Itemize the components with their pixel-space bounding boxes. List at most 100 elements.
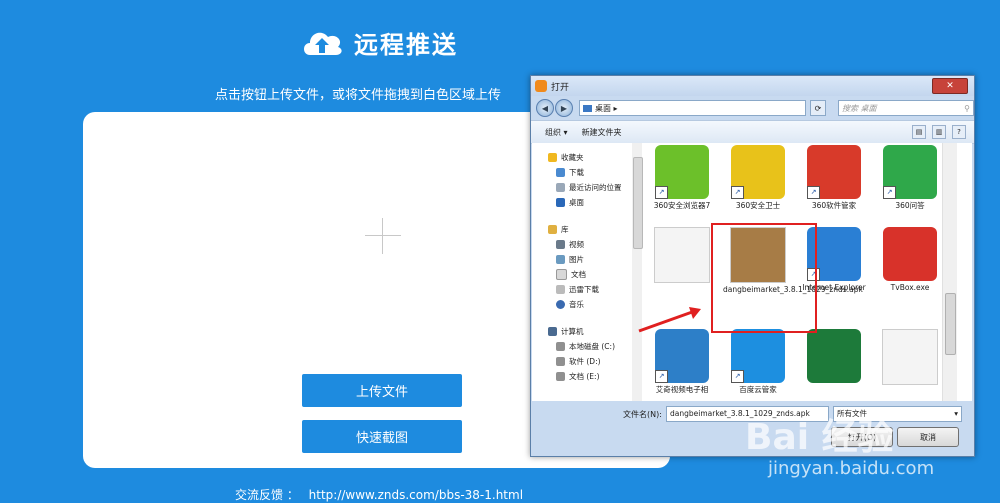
feedback-line: 交流反馈 ： http://www.znds.com/bbs-38-1.html — [235, 486, 529, 503]
close-button[interactable]: ✕ — [932, 78, 968, 94]
star-icon — [548, 153, 557, 162]
arrow-left-icon: ◀ — [541, 103, 549, 113]
nav-xunlei[interactable]: 迅雷下载 — [556, 284, 599, 295]
nav-libraries[interactable]: 库 — [548, 224, 569, 235]
dialog-toolbar: 组织 ▾ 新建文件夹 ▤ ▥ ? — [531, 120, 974, 144]
address-path: 桌面 ▸ — [595, 103, 618, 113]
filename-label: 文件名(N): — [623, 410, 662, 419]
shortcut-arrow-icon: ↗ — [731, 186, 744, 199]
address-field[interactable]: 桌面 ▸ — [579, 100, 806, 116]
shortcut-arrow-icon: ↗ — [655, 186, 668, 199]
software-manager-icon: ↗ — [807, 145, 861, 199]
chevron-down-icon: ▾ — [954, 409, 958, 418]
nav-favorites[interactable]: 收藏夹 — [548, 152, 584, 163]
video-icon — [556, 240, 565, 249]
qa-icon: ↗ — [883, 145, 937, 199]
baidu-cloud-icon: ↗ — [731, 329, 785, 383]
nav-pictures[interactable]: 图片 — [556, 254, 584, 265]
address-bar: ◀ ▶ 桌面 ▸ ⟳ 搜索 桌面 ⚲ — [531, 97, 974, 119]
arrow-right-icon: ▶ — [560, 103, 568, 113]
file-item[interactable]: ↗ 360软件管家 — [799, 145, 869, 210]
search-input[interactable]: 搜索 桌面 ⚲ — [838, 100, 974, 116]
nav-documents[interactable]: 文档 — [556, 269, 586, 280]
dialog-titlebar: 打开 ✕ — [531, 76, 974, 96]
nav-desktop[interactable]: 桌面 — [556, 197, 584, 208]
quick-screenshot-button[interactable]: 快速截图 — [302, 420, 462, 453]
feedback-link[interactable]: http://www.znds.com/bbs-38-1.html — [309, 488, 523, 502]
file-item[interactable]: ↗ 百度云管家 — [723, 329, 793, 394]
plus-icon — [365, 218, 401, 254]
file-scrollbar[interactable] — [942, 143, 957, 401]
nav-disk-e[interactable]: 文档 (E:) — [556, 371, 600, 382]
view-options-icon[interactable]: ▤ — [912, 125, 926, 139]
page-title: 远程推送 — [354, 30, 458, 59]
file-item[interactable] — [799, 329, 869, 385]
help-icon[interactable]: ? — [952, 125, 966, 139]
file-item[interactable]: ↗ 360安全卫士 — [723, 145, 793, 210]
cloud-upload-icon — [304, 32, 342, 55]
search-placeholder: 搜索 桌面 — [842, 103, 877, 113]
navigation-pane: 收藏夹 下载 最近访问的位置 桌面 库 视频 图片 文档 迅雷下载 音乐 计算机… — [532, 143, 633, 401]
refresh-icon: ⟳ — [814, 103, 822, 113]
shortcut-arrow-icon: ↗ — [655, 370, 668, 383]
baidu-watermark-url: jingyan.baidu.com — [768, 458, 935, 479]
search-icon: ⚲ — [964, 103, 970, 113]
nav-disk-c[interactable]: 本地磁盘 (C:) — [556, 341, 615, 352]
nav-disk-d[interactable]: 软件 (D:) — [556, 356, 601, 367]
dialog-title: 打开 — [551, 82, 570, 93]
music-icon — [556, 300, 565, 309]
drive-icon — [556, 357, 565, 366]
forward-button[interactable]: ▶ — [555, 99, 573, 117]
file-scroll-thumb[interactable] — [945, 293, 956, 355]
open-file-dialog: 打开 ✕ ◀ ▶ 桌面 ▸ ⟳ 搜索 桌面 ⚲ 组织 ▾ 新建文件夹 ▤ ▥ ?… — [530, 75, 975, 457]
app-icon — [535, 80, 547, 92]
desktop-icon — [556, 198, 565, 207]
blank-document-icon — [882, 329, 938, 385]
refresh-button[interactable]: ⟳ — [810, 100, 826, 116]
file-item[interactable]: ↗ 艾奇视频电子相 — [647, 329, 717, 394]
shortcut-arrow-icon: ↗ — [731, 370, 744, 383]
new-folder-button[interactable]: 新建文件夹 — [582, 127, 622, 138]
shortcut-arrow-icon: ↗ — [807, 186, 820, 199]
file-item[interactable] — [875, 329, 945, 387]
desktop-icon — [583, 104, 592, 112]
file-item[interactable] — [647, 227, 717, 285]
folder-icon — [556, 285, 565, 294]
feedback-label: 交流反馈 ： — [235, 488, 299, 502]
nav-videos[interactable]: 视频 — [556, 239, 584, 250]
recent-places-icon — [556, 183, 565, 192]
video-album-icon: ↗ — [655, 329, 709, 383]
organize-menu[interactable]: 组织 ▾ — [545, 127, 568, 138]
upload-instructions: 点击按钮上传文件，或将文件拖拽到白色区域上传 — [215, 88, 502, 103]
picture-icon — [556, 255, 565, 264]
library-icon — [548, 225, 557, 234]
document-icon — [556, 269, 567, 280]
download-folder-icon — [556, 168, 565, 177]
file-item[interactable]: ↗ 360问答 — [875, 145, 945, 210]
nav-computer[interactable]: 计算机 — [548, 326, 584, 337]
preview-pane-icon[interactable]: ▥ — [932, 125, 946, 139]
shortcut-arrow-icon: ↗ — [883, 186, 896, 199]
browser-icon: ↗ — [655, 145, 709, 199]
dialog-content: 收藏夹 下载 最近访问的位置 桌面 库 视频 图片 文档 迅雷下载 音乐 计算机… — [532, 143, 972, 401]
computer-icon — [548, 327, 557, 336]
nav-recent[interactable]: 最近访问的位置 — [556, 182, 622, 193]
nav-music[interactable]: 音乐 — [556, 299, 584, 310]
back-button[interactable]: ◀ — [536, 99, 554, 117]
tvbox-icon — [883, 227, 937, 281]
cancel-button[interactable]: 取消 — [897, 427, 959, 447]
red-arrow-annotation — [638, 307, 701, 333]
upload-file-button[interactable]: 上传文件 — [302, 374, 462, 407]
drive-icon — [556, 372, 565, 381]
header: 远程推送 — [300, 22, 458, 62]
nav-scroll-thumb[interactable] — [633, 157, 643, 249]
nav-scrollbar[interactable] — [632, 143, 643, 401]
file-list: ↗ 360安全浏览器7 ↗ 360安全卫士 ↗ 360软件管家 ↗ 360问答 — [638, 143, 957, 401]
baidu-watermark-logo: Bai 经验 — [745, 417, 894, 458]
file-item[interactable]: TvBox.exe — [875, 227, 945, 292]
excel-file-icon — [807, 329, 861, 383]
file-item[interactable]: ↗ 360安全浏览器7 — [647, 145, 717, 210]
selection-highlight — [711, 223, 817, 333]
nav-downloads[interactable]: 下载 — [556, 167, 584, 178]
blank-document-icon — [654, 227, 710, 283]
